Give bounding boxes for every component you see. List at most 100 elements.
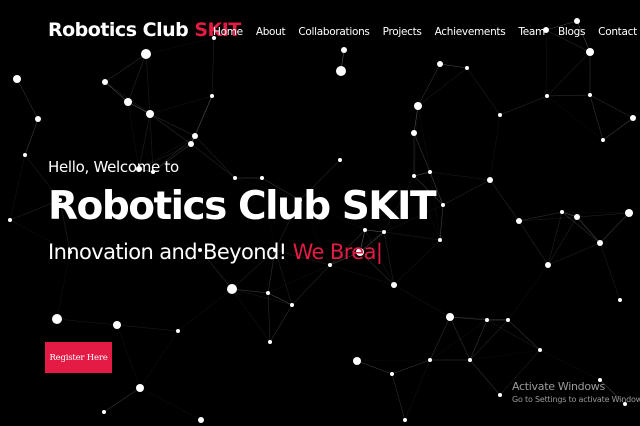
network-link bbox=[194, 135, 236, 179]
brand-name: Robotics Club bbox=[48, 19, 189, 41]
network-link bbox=[190, 143, 236, 179]
typing-cursor: | bbox=[375, 240, 383, 264]
network-link bbox=[149, 113, 196, 137]
network-node bbox=[210, 94, 214, 98]
network-link bbox=[576, 212, 630, 218]
network-link bbox=[16, 78, 39, 120]
nav-link-about[interactable]: About bbox=[256, 26, 286, 38]
network-link bbox=[547, 242, 601, 266]
network-node bbox=[487, 177, 493, 183]
network-link bbox=[404, 359, 431, 421]
network-node bbox=[102, 79, 108, 85]
network-node bbox=[176, 329, 180, 333]
network-link bbox=[329, 264, 395, 286]
network-node bbox=[414, 102, 422, 110]
network-link bbox=[469, 359, 501, 396]
network-node bbox=[625, 209, 633, 217]
network-node bbox=[574, 214, 580, 220]
network-link bbox=[103, 387, 141, 413]
network-node bbox=[13, 75, 21, 83]
tagline-static: Innovation and Beyond! bbox=[48, 240, 287, 264]
network-link bbox=[104, 81, 129, 103]
network-node bbox=[468, 358, 472, 362]
network-link bbox=[9, 154, 26, 221]
network-node bbox=[136, 384, 144, 392]
network-link bbox=[383, 231, 441, 241]
network-node bbox=[428, 358, 432, 362]
navbar: Robotics Club SKIT Home About Collaborat… bbox=[0, 0, 640, 62]
network-node bbox=[498, 113, 502, 117]
network-link bbox=[231, 288, 271, 343]
network-link bbox=[466, 67, 501, 116]
network-link bbox=[439, 204, 444, 241]
network-node bbox=[601, 138, 605, 142]
network-node bbox=[618, 298, 622, 302]
network-link bbox=[357, 360, 430, 361]
nav-link-achievements[interactable]: Achievements bbox=[435, 26, 506, 38]
watermark-title: Activate Windows bbox=[512, 380, 605, 393]
network-link bbox=[547, 211, 563, 266]
network-link bbox=[489, 179, 520, 222]
register-button[interactable]: Register Here bbox=[45, 342, 112, 373]
tagline-typed-text: We Brea bbox=[292, 240, 377, 264]
network-node bbox=[538, 348, 542, 352]
network-link bbox=[116, 324, 141, 389]
nav-link-blogs[interactable]: Blogs bbox=[558, 26, 585, 38]
nav-link-collaborations[interactable]: Collaborations bbox=[298, 26, 370, 38]
nav-menu: Home About Collaborations Projects Achie… bbox=[213, 26, 640, 38]
hero-greeting: Hello, Welcome to bbox=[48, 158, 179, 176]
network-link bbox=[489, 114, 501, 181]
network-link bbox=[17, 79, 25, 155]
network-link bbox=[469, 349, 541, 361]
network-node bbox=[485, 318, 489, 322]
network-link bbox=[145, 53, 151, 115]
nav-link-contact-us[interactable]: Contact Us bbox=[598, 26, 640, 38]
network-link bbox=[439, 63, 468, 69]
nav-link-team[interactable]: Team bbox=[518, 26, 545, 38]
network-link bbox=[440, 240, 450, 317]
network-link bbox=[267, 292, 293, 306]
network-link bbox=[24, 118, 39, 156]
network-node bbox=[290, 303, 294, 307]
network-node bbox=[560, 210, 564, 214]
network-node bbox=[545, 94, 549, 98]
network-node bbox=[382, 230, 386, 234]
network-node bbox=[52, 314, 62, 324]
network-node bbox=[446, 313, 454, 321]
network-link bbox=[603, 140, 629, 213]
network-node bbox=[146, 110, 154, 118]
network-node bbox=[338, 158, 342, 162]
network-link bbox=[417, 63, 441, 107]
network-node bbox=[428, 170, 432, 174]
hero-section: Hello, Welcome to Robotics Club SKIT Inn… bbox=[48, 158, 437, 264]
network-link bbox=[128, 102, 191, 144]
network-link bbox=[393, 239, 441, 286]
network-link bbox=[269, 304, 293, 343]
network-node bbox=[630, 115, 636, 121]
network-node bbox=[23, 153, 27, 157]
network-node bbox=[438, 238, 442, 242]
network-link bbox=[546, 94, 591, 97]
network-link bbox=[231, 288, 293, 306]
network-link bbox=[589, 94, 634, 119]
network-link bbox=[149, 113, 192, 145]
nav-link-projects[interactable]: Projects bbox=[383, 26, 422, 38]
network-link bbox=[449, 316, 471, 361]
network-link bbox=[518, 220, 549, 266]
network-link bbox=[469, 319, 509, 361]
network-link bbox=[499, 95, 548, 116]
network-node bbox=[227, 284, 237, 294]
network-link bbox=[599, 242, 621, 301]
network-node bbox=[411, 130, 417, 136]
network-link bbox=[429, 171, 491, 181]
network-node bbox=[188, 141, 194, 147]
nav-link-home[interactable]: Home bbox=[213, 26, 243, 38]
brand-logo[interactable]: Robotics Club SKIT bbox=[48, 19, 241, 41]
network-link bbox=[38, 82, 105, 119]
network-link bbox=[442, 179, 491, 206]
network-node bbox=[597, 240, 603, 246]
network-link bbox=[547, 216, 578, 266]
network-link bbox=[589, 94, 604, 141]
network-node bbox=[498, 393, 502, 397]
network-link bbox=[116, 324, 179, 332]
